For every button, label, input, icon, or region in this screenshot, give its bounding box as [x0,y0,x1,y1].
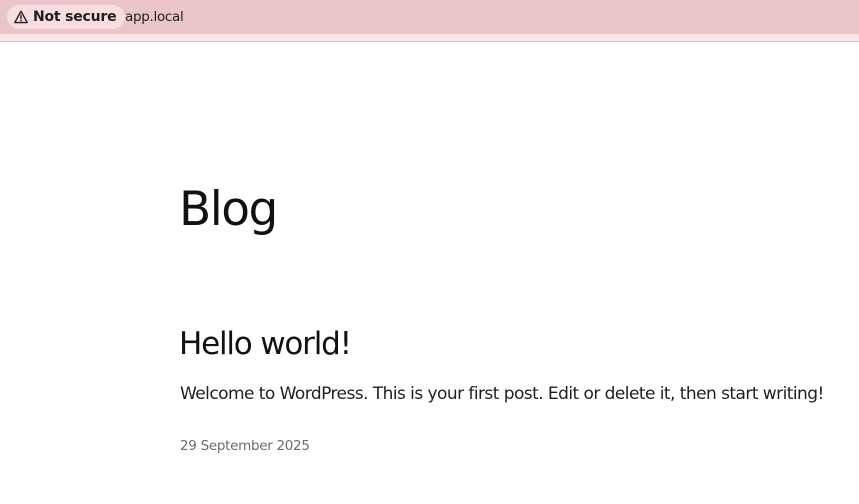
post-title-link[interactable]: Hello world! [179,324,352,364]
warning-triangle-icon [14,10,28,24]
page-title: Blog [179,182,278,237]
security-label: Not secure [33,9,117,25]
address-bar-divider [0,34,859,42]
post-date-link[interactable]: 29 September 2025 [180,437,310,455]
post-excerpt: Welcome to WordPress. This is your first… [180,384,824,404]
security-indicator-button[interactable]: Not secure [7,5,126,29]
url-field[interactable]: app.local [125,9,184,25]
browser-address-bar: Not secure app.local [0,0,859,34]
